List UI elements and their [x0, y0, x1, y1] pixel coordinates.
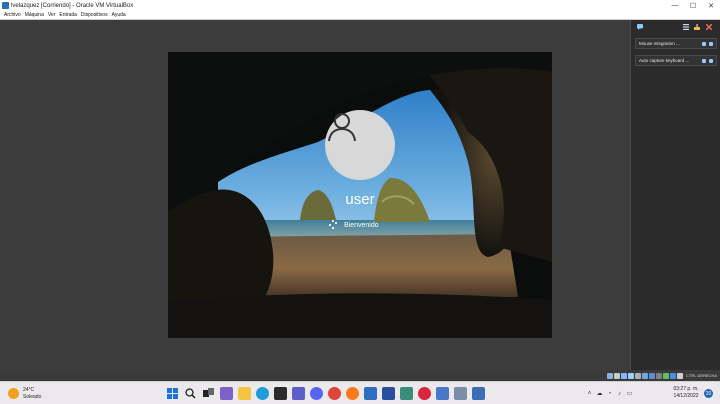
maximize-button[interactable]: ☐	[684, 0, 702, 11]
notification-label: Mouse integration ...	[639, 41, 680, 46]
wifi-icon[interactable]: ◔	[606, 390, 613, 397]
optical-drive-icon[interactable]	[614, 372, 621, 379]
vbox-manager-icon[interactable]	[454, 387, 467, 400]
mail-icon[interactable]	[364, 387, 377, 400]
edge-icon[interactable]	[256, 387, 269, 400]
menu-dispositivos[interactable]: Dispositivos	[81, 12, 108, 18]
windows-taskbar: 24°C Soleado ˄ ☁ ◔ ♪ ▭ 03:27 p. m. 14/12…	[0, 381, 720, 404]
network-icon[interactable]	[628, 372, 635, 379]
window-titlebar: lvelazquez [Corriendo] - Oracle VM Virtu…	[0, 0, 720, 11]
search-icon[interactable]	[184, 387, 197, 400]
close-button[interactable]: ✕	[702, 0, 720, 11]
user-icon	[328, 113, 356, 142]
notification-side-panel: Mouse integration ... Auto capture keybo…	[630, 20, 720, 370]
virtualbox-app-icon	[2, 2, 9, 9]
user-avatar	[325, 110, 395, 180]
pin-icon[interactable]	[702, 58, 706, 63]
menu-ayuda[interactable]: Ayuda	[112, 12, 126, 18]
dismiss-icon[interactable]	[709, 58, 713, 63]
window-title: lvelazquez [Corriendo] - Oracle VM Virtu…	[11, 2, 134, 9]
onedrive-icon[interactable]: ☁	[596, 390, 603, 397]
file-explorer-icon[interactable]	[238, 387, 251, 400]
chevron-up-icon[interactable]: ˄	[586, 390, 593, 397]
chat-icon[interactable]	[220, 387, 233, 400]
teams-icon[interactable]	[292, 387, 305, 400]
notification-label: Auto capture keyboard ...	[639, 58, 690, 63]
minimize-button[interactable]: —	[666, 0, 684, 11]
menu-maquina[interactable]: Máquina	[25, 12, 44, 18]
start-icon[interactable]	[166, 387, 179, 400]
task-view-icon[interactable]	[202, 387, 215, 400]
sun-icon	[8, 388, 19, 399]
discord-icon[interactable]	[310, 387, 323, 400]
notification-badge[interactable]: 20	[704, 389, 713, 398]
chrome-icon[interactable]	[328, 387, 341, 400]
hard-disk-icon[interactable]	[607, 372, 614, 379]
login-username: user	[345, 191, 375, 208]
weather-widget[interactable]: 24°C Soleado	[8, 385, 41, 402]
system-tray: ˄ ☁ ◔ ♪ ▭	[586, 386, 636, 401]
close-panel-icon[interactable]	[706, 24, 712, 30]
virtualbox-icon[interactable]	[436, 387, 449, 400]
loading-spinner-icon	[328, 220, 338, 230]
photos-icon[interactable]	[400, 387, 413, 400]
menu-ver[interactable]: Ver	[48, 12, 56, 18]
vm-status-bar: CTRL DERECHA	[0, 370, 720, 381]
firefox-icon[interactable]	[346, 387, 359, 400]
weather-temperature: 24°C	[23, 386, 35, 393]
clock-time: 03:27 p. m.	[673, 386, 699, 392]
taskbar-pinned-apps	[166, 385, 490, 402]
menu-entrada[interactable]: Entrada	[59, 12, 77, 18]
taskbar-clock[interactable]: 03:27 p. m. 14/12/2022	[666, 386, 706, 400]
menu-archivo[interactable]: Archivo	[4, 12, 21, 18]
volume-icon[interactable]: ♪	[616, 390, 623, 397]
brush-icon[interactable]	[694, 24, 700, 30]
mouse-integration-icon[interactable]	[670, 372, 677, 379]
guest-login-screen[interactable]: user Bienvenido	[168, 52, 552, 338]
clock-date: 14/12/2022	[673, 393, 699, 399]
panel-toolbar	[631, 20, 720, 34]
weather-description: Soleado	[23, 393, 42, 400]
audio-icon[interactable]	[621, 372, 628, 379]
display-icon[interactable]	[649, 372, 656, 379]
recording-icon[interactable]	[656, 372, 663, 379]
shared-folders-icon[interactable]	[642, 372, 649, 379]
usb-icon[interactable]	[635, 372, 642, 379]
battery-icon[interactable]: ▭	[626, 390, 633, 397]
keyboard-icon[interactable]	[677, 372, 684, 379]
host-key-label: CTRL DERECHA	[686, 373, 717, 378]
notification-mouse-integration[interactable]: Mouse integration ...	[635, 38, 717, 49]
notification-auto-capture[interactable]: Auto capture keyboard ...	[635, 55, 717, 66]
snipping-tool-icon[interactable]	[472, 387, 485, 400]
menu-bar: Archivo Máquina Ver Entrada Dispositivos…	[0, 11, 720, 20]
word-icon[interactable]	[382, 387, 395, 400]
store-icon[interactable]	[274, 387, 287, 400]
cpu-icon[interactable]	[663, 372, 670, 379]
message-icon[interactable]	[637, 24, 643, 30]
welcome-status: Bienvenido	[328, 220, 379, 230]
dismiss-icon[interactable]	[709, 41, 713, 46]
pin-icon[interactable]	[702, 41, 706, 46]
list-icon[interactable]	[683, 24, 689, 30]
opera-icon[interactable]	[418, 387, 431, 400]
welcome-text: Bienvenido	[344, 221, 379, 229]
